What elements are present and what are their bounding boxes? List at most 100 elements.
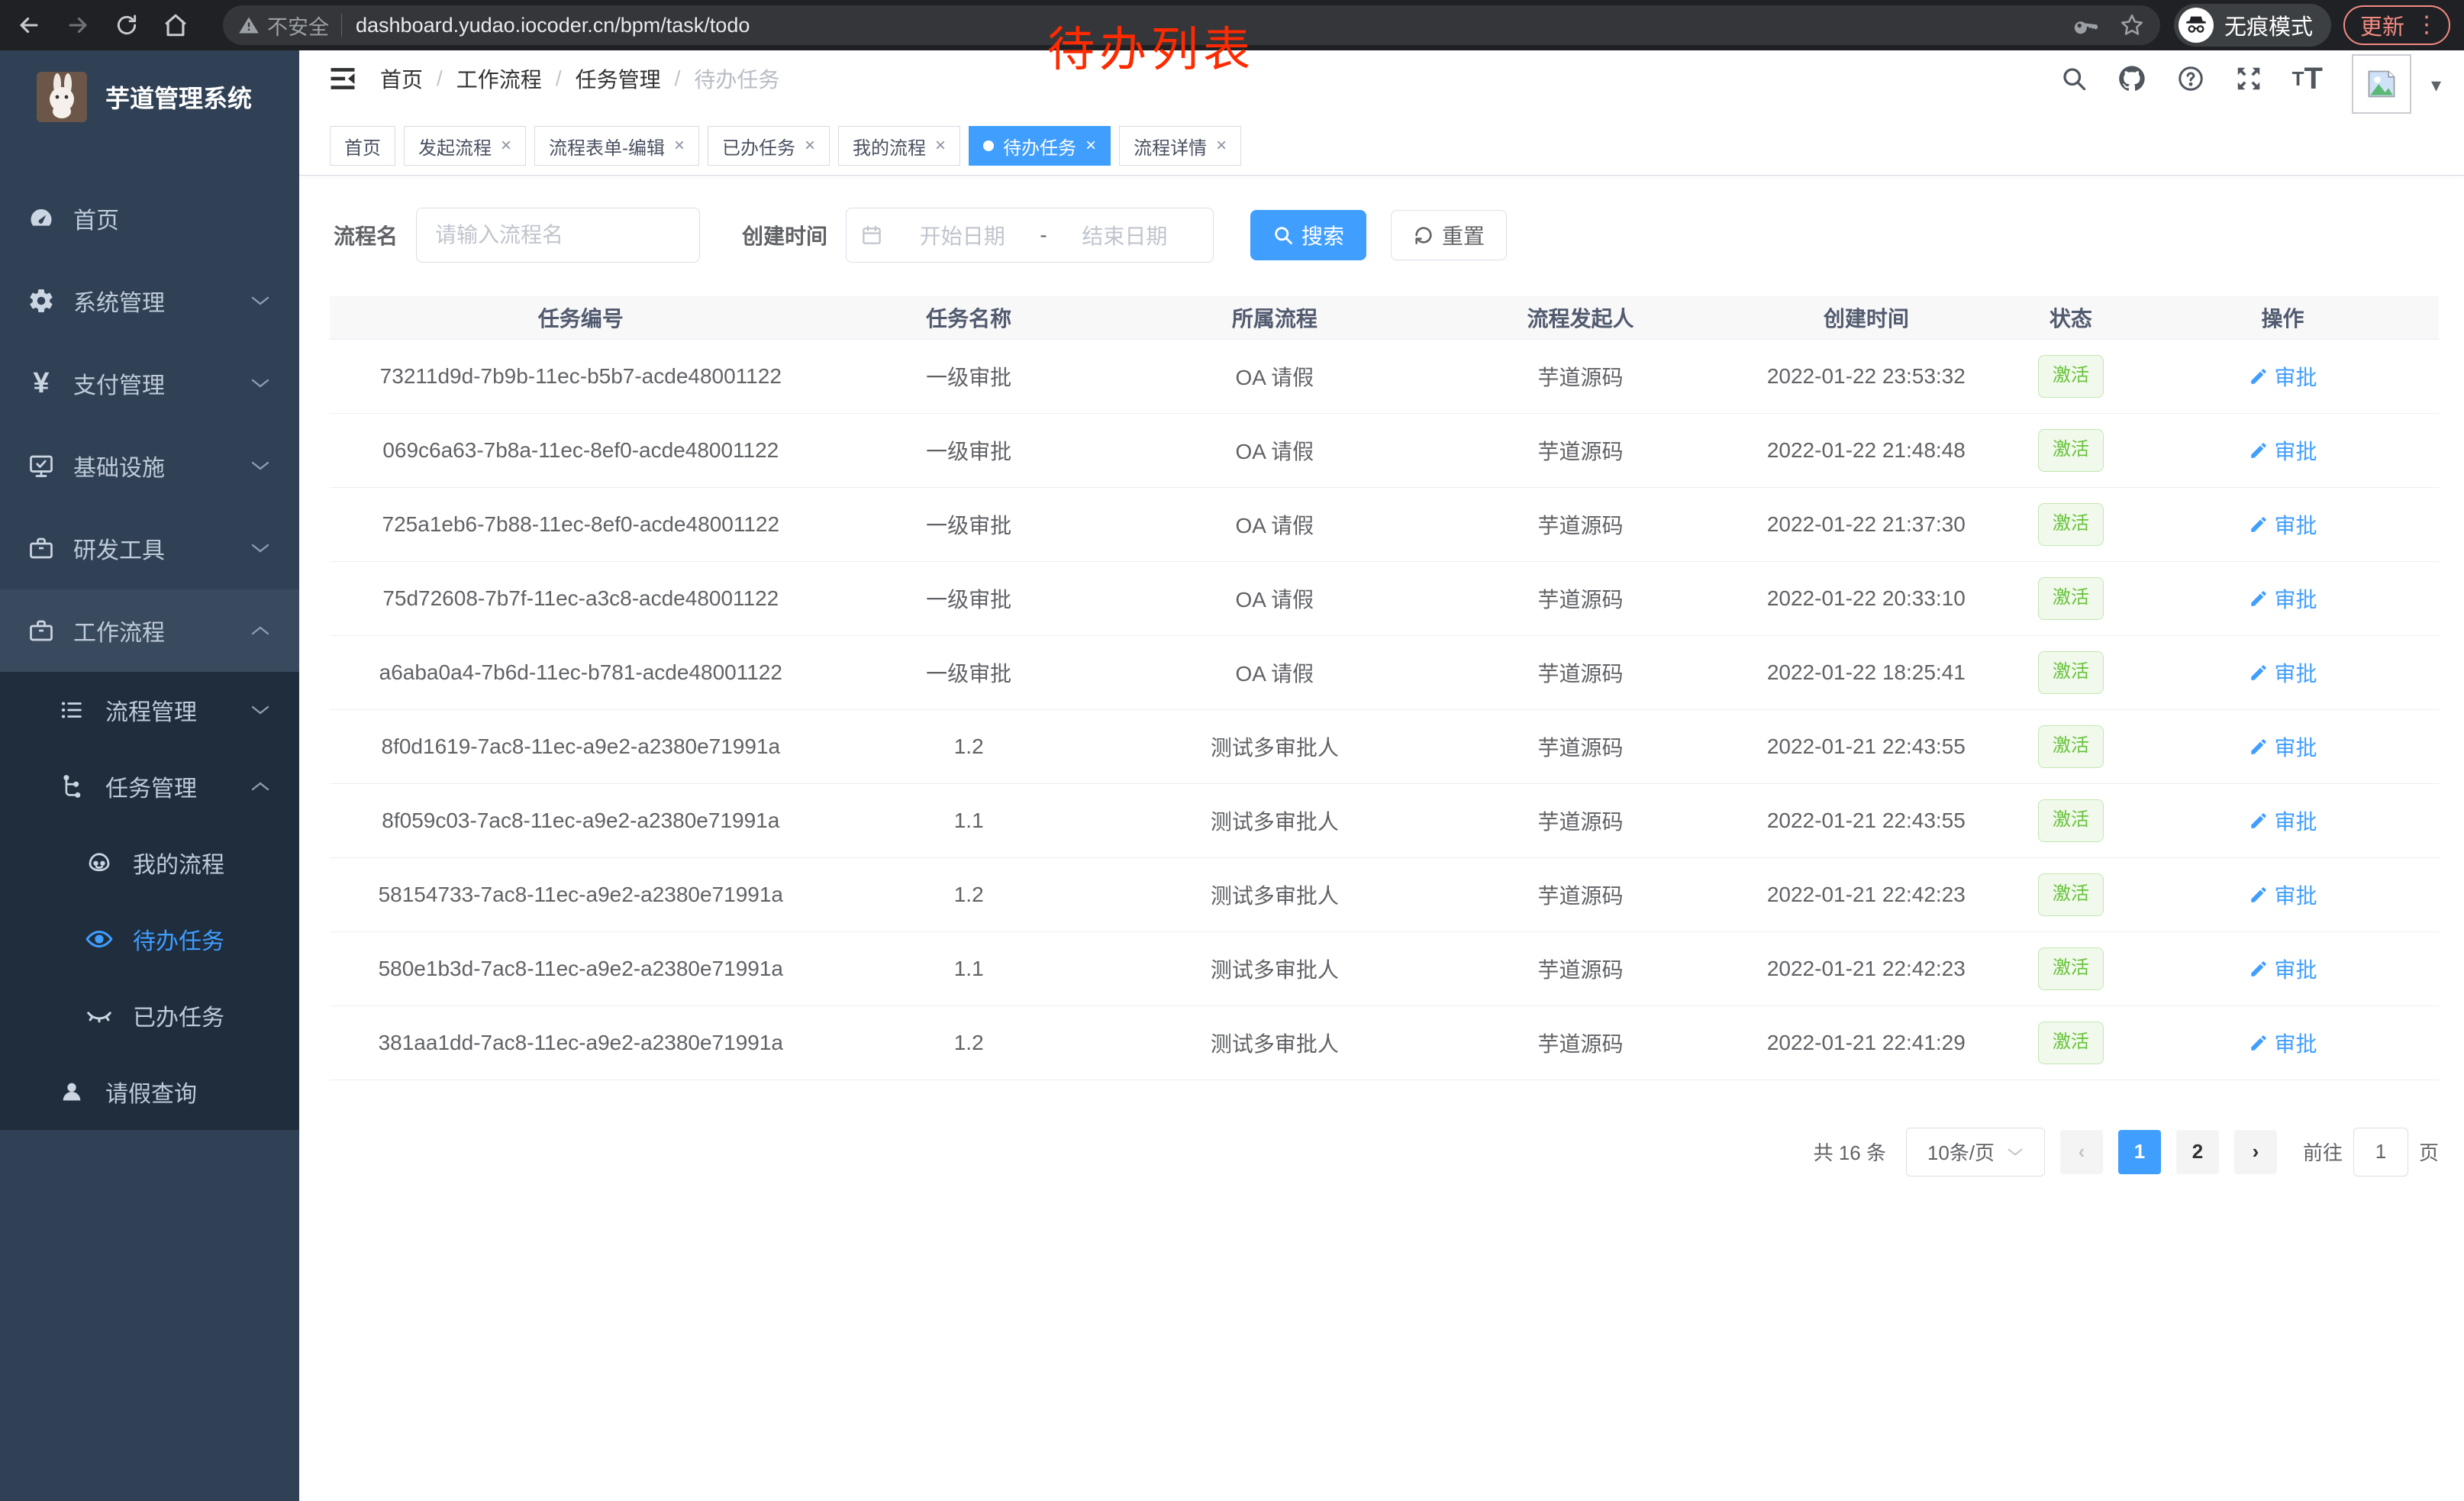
key-icon[interactable] bbox=[2073, 13, 2098, 37]
not-secure-warning-icon[interactable] bbox=[238, 15, 260, 36]
tab-todo-task[interactable]: 待办任务 × bbox=[969, 126, 1111, 166]
toolbox-icon bbox=[26, 617, 56, 644]
prev-page-button[interactable]: ‹ bbox=[2060, 1130, 2103, 1174]
sidebar-item-done-task[interactable]: 已办任务 bbox=[0, 977, 299, 1054]
tab-home[interactable]: 首页 bbox=[330, 126, 395, 166]
edit-icon bbox=[2249, 1033, 2269, 1053]
approve-button[interactable]: 审批 bbox=[2249, 954, 2317, 984]
tab-my-process[interactable]: 我的流程 × bbox=[838, 126, 960, 166]
sidebar-item-leave-query[interactable]: 请假查询 bbox=[0, 1054, 299, 1130]
reset-button[interactable]: 重置 bbox=[1391, 210, 1507, 260]
close-icon[interactable]: × bbox=[1085, 135, 1096, 157]
status-badge: 激活 bbox=[2038, 355, 2104, 398]
close-icon[interactable]: × bbox=[935, 135, 946, 157]
caret-down-icon[interactable]: ▾ bbox=[2431, 73, 2441, 97]
close-icon[interactable]: × bbox=[501, 135, 511, 157]
close-icon[interactable]: × bbox=[805, 135, 815, 157]
approve-button[interactable]: 审批 bbox=[2249, 657, 2317, 688]
tab-start-process[interactable]: 发起流程 × bbox=[404, 126, 526, 166]
page-button-1[interactable]: 1 bbox=[2118, 1130, 2161, 1174]
approve-label: 审批 bbox=[2275, 1028, 2317, 1058]
github-icon[interactable] bbox=[2117, 63, 2147, 94]
sidebar-item-label: 工作流程 bbox=[73, 614, 165, 647]
search-icon[interactable] bbox=[2060, 65, 2088, 92]
breadcrumb-workflow[interactable]: 工作流程 bbox=[456, 63, 542, 94]
task-starter: 芋道源码 bbox=[1443, 1006, 1717, 1080]
page-size-select[interactable]: 10条/页 bbox=[1906, 1128, 2045, 1177]
sidebar-item-devtools[interactable]: 研发工具 bbox=[0, 507, 299, 589]
task-id: 069c6a63-7b8a-11ec-8ef0-acde48001122 bbox=[330, 413, 832, 487]
browser-menu-icon[interactable]: ⋮ bbox=[2415, 14, 2438, 37]
date-range-picker[interactable]: 开始日期 - 结束日期 bbox=[846, 208, 1214, 263]
reload-icon[interactable] bbox=[111, 10, 142, 40]
chevron-down-icon bbox=[250, 377, 270, 389]
task-time: 2022-01-21 22:42:23 bbox=[1717, 857, 2015, 931]
sidebar-item-my-process[interactable]: 我的流程 bbox=[0, 825, 299, 901]
table-row: 75d72608-7b7f-11ec-a3c8-acde48001122 一级审… bbox=[330, 561, 2439, 635]
approve-button[interactable]: 审批 bbox=[2249, 805, 2317, 836]
pagination: 共 16 条 10条/页 ‹ 1 2 › 前往 页 bbox=[299, 1128, 2464, 1177]
approve-button[interactable]: 审批 bbox=[2249, 361, 2317, 392]
sidebar-item-process-mgmt[interactable]: 流程管理 bbox=[0, 672, 299, 748]
avatar[interactable] bbox=[2352, 54, 2411, 114]
breadcrumb-home[interactable]: 首页 bbox=[380, 63, 423, 94]
approve-label: 审批 bbox=[2275, 361, 2317, 392]
search-button[interactable]: 搜索 bbox=[1250, 210, 1366, 260]
bookmark-star-icon[interactable] bbox=[2119, 12, 2145, 38]
approve-button[interactable]: 审批 bbox=[2249, 880, 2317, 910]
tab-done-task[interactable]: 已办任务 × bbox=[708, 126, 830, 166]
goto-page-input[interactable] bbox=[2353, 1128, 2408, 1177]
tab-process-detail[interactable]: 流程详情 × bbox=[1119, 126, 1241, 166]
create-time-label: 创建时间 bbox=[742, 220, 827, 250]
security-label[interactable]: 不安全 bbox=[267, 11, 329, 40]
app-logo-row[interactable]: 芋道管理系统 bbox=[0, 50, 299, 144]
approve-button[interactable]: 审批 bbox=[2249, 731, 2317, 762]
incognito-badge: 无痕模式 bbox=[2174, 4, 2331, 47]
task-starter: 芋道源码 bbox=[1443, 561, 1717, 635]
status-badge: 激活 bbox=[2038, 873, 2104, 916]
fullscreen-icon[interactable] bbox=[2234, 64, 2263, 93]
process-name-input[interactable] bbox=[416, 208, 700, 263]
close-icon[interactable]: × bbox=[1216, 135, 1227, 157]
close-icon[interactable]: × bbox=[674, 135, 685, 157]
approve-button[interactable]: 审批 bbox=[2249, 435, 2317, 466]
home-icon[interactable] bbox=[160, 10, 191, 40]
sidebar-item-infra[interactable]: 基础设施 bbox=[0, 424, 299, 507]
sidebar-collapse-icon[interactable] bbox=[328, 66, 357, 92]
sidebar-item-label: 系统管理 bbox=[73, 284, 165, 318]
url-text[interactable]: dashboard.yudao.iocoder.cn/bpm/task/todo bbox=[356, 14, 2073, 37]
font-size-icon[interactable]: TT bbox=[2292, 63, 2323, 94]
sidebar-item-home[interactable]: 首页 bbox=[0, 177, 299, 260]
task-id: 75d72608-7b7f-11ec-a3c8-acde48001122 bbox=[330, 561, 832, 635]
tab-form-edit[interactable]: 流程表单-编辑 × bbox=[534, 126, 699, 166]
approve-button[interactable]: 审批 bbox=[2249, 509, 2317, 540]
task-starter: 芋道源码 bbox=[1443, 931, 1717, 1006]
page-button-2[interactable]: 2 bbox=[2176, 1130, 2219, 1174]
help-icon[interactable] bbox=[2176, 64, 2205, 93]
approve-button[interactable]: 审批 bbox=[2249, 1028, 2317, 1058]
task-time: 2022-01-21 22:43:55 bbox=[1717, 783, 2015, 857]
sidebar-item-payment[interactable]: ¥ 支付管理 bbox=[0, 342, 299, 424]
sidebar-item-task-mgmt[interactable]: 任务管理 bbox=[0, 748, 299, 825]
approve-label: 审批 bbox=[2275, 731, 2317, 762]
approve-button[interactable]: 审批 bbox=[2249, 583, 2317, 614]
next-page-button[interactable]: › bbox=[2234, 1130, 2277, 1174]
update-button[interactable]: 更新 ⋮ bbox=[2343, 5, 2450, 45]
forward-icon[interactable] bbox=[63, 10, 93, 40]
search-button-label: 搜索 bbox=[1301, 220, 1344, 250]
update-label: 更新 bbox=[2360, 9, 2404, 41]
approve-label: 审批 bbox=[2275, 657, 2317, 688]
breadcrumb-task-mgmt[interactable]: 任务管理 bbox=[576, 63, 661, 94]
edit-icon bbox=[2249, 663, 2269, 683]
task-time: 2022-01-22 18:25:41 bbox=[1717, 635, 2015, 709]
breadcrumb-separator: / bbox=[675, 66, 681, 91]
start-date-placeholder[interactable]: 开始日期 bbox=[888, 220, 1037, 250]
address-bar[interactable]: 不安全 dashboard.yudao.iocoder.cn/bpm/task/… bbox=[223, 5, 2160, 45]
sidebar-item-todo-task[interactable]: 待办任务 bbox=[0, 901, 299, 977]
end-date-placeholder[interactable]: 结束日期 bbox=[1050, 220, 1199, 250]
sidebar-item-workflow[interactable]: 工作流程 bbox=[0, 589, 299, 672]
back-icon[interactable] bbox=[14, 10, 44, 40]
sidebar-item-system[interactable]: 系统管理 bbox=[0, 260, 299, 342]
tab-label: 流程详情 bbox=[1134, 133, 1207, 160]
sidebar-item-label: 基础设施 bbox=[73, 449, 165, 483]
